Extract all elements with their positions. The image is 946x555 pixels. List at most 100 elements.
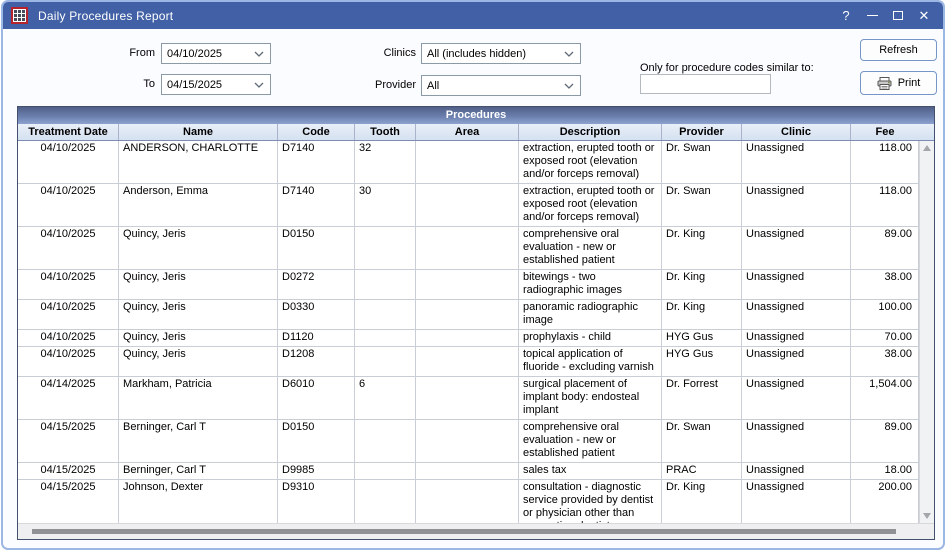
cell-code: D7140 [278, 141, 355, 183]
cell-treatment-date: 04/10/2025 [18, 270, 119, 299]
window-title: Daily Procedures Report [38, 9, 173, 23]
column-header-tooth[interactable]: Tooth [355, 124, 416, 140]
cell-fee: 200.00 [851, 480, 919, 523]
clinics-label: Clinics [343, 47, 416, 59]
horizontal-scrollbar[interactable] [18, 523, 934, 539]
procedures-table: Procedures Treatment Date Name Code Toot… [17, 106, 935, 540]
cell-treatment-date: 04/15/2025 [18, 463, 119, 479]
refresh-button[interactable]: Refresh [860, 39, 937, 61]
cell-code: D1208 [278, 347, 355, 376]
cell-provider: Dr. Swan [662, 420, 742, 462]
cell-description: bitewings - two radiographic images [519, 270, 662, 299]
table-row[interactable]: 04/10/2025 Quincy, Jeris D1120 prophylax… [18, 330, 919, 347]
cell-clinic: Unassigned [742, 184, 851, 226]
clinics-value: All (includes hidden) [427, 48, 526, 60]
scroll-up-arrow-icon[interactable] [920, 141, 935, 156]
to-date-value: 04/15/2025 [167, 79, 222, 91]
print-button[interactable]: Print [860, 71, 937, 95]
cell-clinic: Unassigned [742, 420, 851, 462]
cell-provider: Dr. Forrest [662, 377, 742, 419]
cell-area [416, 480, 519, 523]
cell-tooth [355, 270, 416, 299]
horizontal-scrollbar-thumb[interactable] [32, 529, 896, 534]
clinics-dropdown[interactable]: All (includes hidden) [421, 43, 581, 64]
cell-fee: 1,504.00 [851, 377, 919, 419]
cell-provider: HYG Gus [662, 347, 742, 376]
cell-area [416, 141, 519, 183]
cell-name: Quincy, Jeris [119, 347, 278, 376]
cell-code: D9985 [278, 463, 355, 479]
vertical-scrollbar[interactable] [919, 141, 934, 523]
cell-treatment-date: 04/10/2025 [18, 227, 119, 269]
cell-description: comprehensive oral evaluation - new or e… [519, 420, 662, 462]
maximize-button[interactable] [885, 2, 911, 29]
chevron-down-icon [564, 51, 574, 57]
cell-area [416, 377, 519, 419]
column-header-clinic[interactable]: Clinic [742, 124, 851, 140]
cell-fee: 18.00 [851, 463, 919, 479]
cell-description: consultation - diagnostic service provid… [519, 480, 662, 523]
minimize-button[interactable] [859, 2, 885, 29]
cell-tooth: 30 [355, 184, 416, 226]
cell-code: D9310 [278, 480, 355, 523]
cell-tooth [355, 463, 416, 479]
cell-treatment-date: 04/10/2025 [18, 330, 119, 346]
column-header-name[interactable]: Name [119, 124, 278, 140]
cell-provider: Dr. Swan [662, 184, 742, 226]
cell-clinic: Unassigned [742, 480, 851, 523]
daily-procedures-window: Daily Procedures Report ? ✕ From 04/10/2… [1, 0, 945, 550]
cell-clinic: Unassigned [742, 227, 851, 269]
code-filter-input[interactable] [640, 74, 771, 94]
cell-tooth [355, 330, 416, 346]
cell-name: Anderson, Emma [119, 184, 278, 226]
table-row[interactable]: 04/10/2025 Quincy, Jeris D0330 panoramic… [18, 300, 919, 330]
cell-tooth [355, 300, 416, 329]
cell-tooth [355, 227, 416, 269]
table-row[interactable]: 04/14/2025 Markham, Patricia D6010 6 sur… [18, 377, 919, 420]
table-row[interactable]: 04/15/2025 Berninger, Carl T D9985 sales… [18, 463, 919, 480]
cell-provider: Dr. Swan [662, 141, 742, 183]
table-row[interactable]: 04/10/2025 ANDERSON, CHARLOTTE D7140 32 … [18, 141, 919, 184]
column-header-code[interactable]: Code [278, 124, 355, 140]
cell-fee: 89.00 [851, 420, 919, 462]
table-row[interactable]: 04/10/2025 Quincy, Jeris D0272 bitewings… [18, 270, 919, 300]
cell-code: D0150 [278, 227, 355, 269]
column-header-treatment-date[interactable]: Treatment Date [18, 124, 119, 140]
from-label: From [93, 47, 155, 59]
column-header-description[interactable]: Description [519, 124, 662, 140]
cell-area [416, 420, 519, 462]
maximize-icon [893, 11, 903, 20]
cell-clinic: Unassigned [742, 330, 851, 346]
close-button[interactable]: ✕ [911, 2, 937, 29]
cell-area [416, 270, 519, 299]
cell-clinic: Unassigned [742, 377, 851, 419]
table-row[interactable]: 04/10/2025 Quincy, Jeris D0150 comprehen… [18, 227, 919, 270]
table-row[interactable]: 04/10/2025 Anderson, Emma D7140 30 extra… [18, 184, 919, 227]
cell-code: D0150 [278, 420, 355, 462]
cell-provider: HYG Gus [662, 330, 742, 346]
cell-description: comprehensive oral evaluation - new or e… [519, 227, 662, 269]
column-header-area[interactable]: Area [416, 124, 519, 140]
table-title: Procedures [18, 107, 934, 124]
table-row[interactable]: 04/15/2025 Johnson, Dexter D9310 consult… [18, 480, 919, 523]
table-row[interactable]: 04/15/2025 Berninger, Carl T D0150 compr… [18, 420, 919, 463]
help-button[interactable]: ? [833, 2, 859, 29]
cell-provider: Dr. King [662, 227, 742, 269]
cell-description: topical application of fluoride - exclud… [519, 347, 662, 376]
cell-code: D0272 [278, 270, 355, 299]
table-header-row: Treatment Date Name Code Tooth Area Desc… [18, 124, 934, 141]
cell-provider: PRAC [662, 463, 742, 479]
column-header-provider[interactable]: Provider [662, 124, 742, 140]
scroll-down-arrow-icon[interactable] [920, 508, 935, 523]
column-header-fee[interactable]: Fee [851, 124, 919, 140]
title-bar[interactable]: Daily Procedures Report ? ✕ [3, 2, 943, 29]
provider-dropdown[interactable]: All [421, 75, 581, 96]
cell-name: Quincy, Jeris [119, 227, 278, 269]
to-date-dropdown[interactable]: 04/15/2025 [161, 74, 271, 95]
chevron-down-icon [254, 51, 264, 57]
printer-icon [877, 77, 892, 90]
cell-code: D1120 [278, 330, 355, 346]
cell-treatment-date: 04/15/2025 [18, 480, 119, 523]
table-row[interactable]: 04/10/2025 Quincy, Jeris D1208 topical a… [18, 347, 919, 377]
from-date-dropdown[interactable]: 04/10/2025 [161, 43, 271, 64]
